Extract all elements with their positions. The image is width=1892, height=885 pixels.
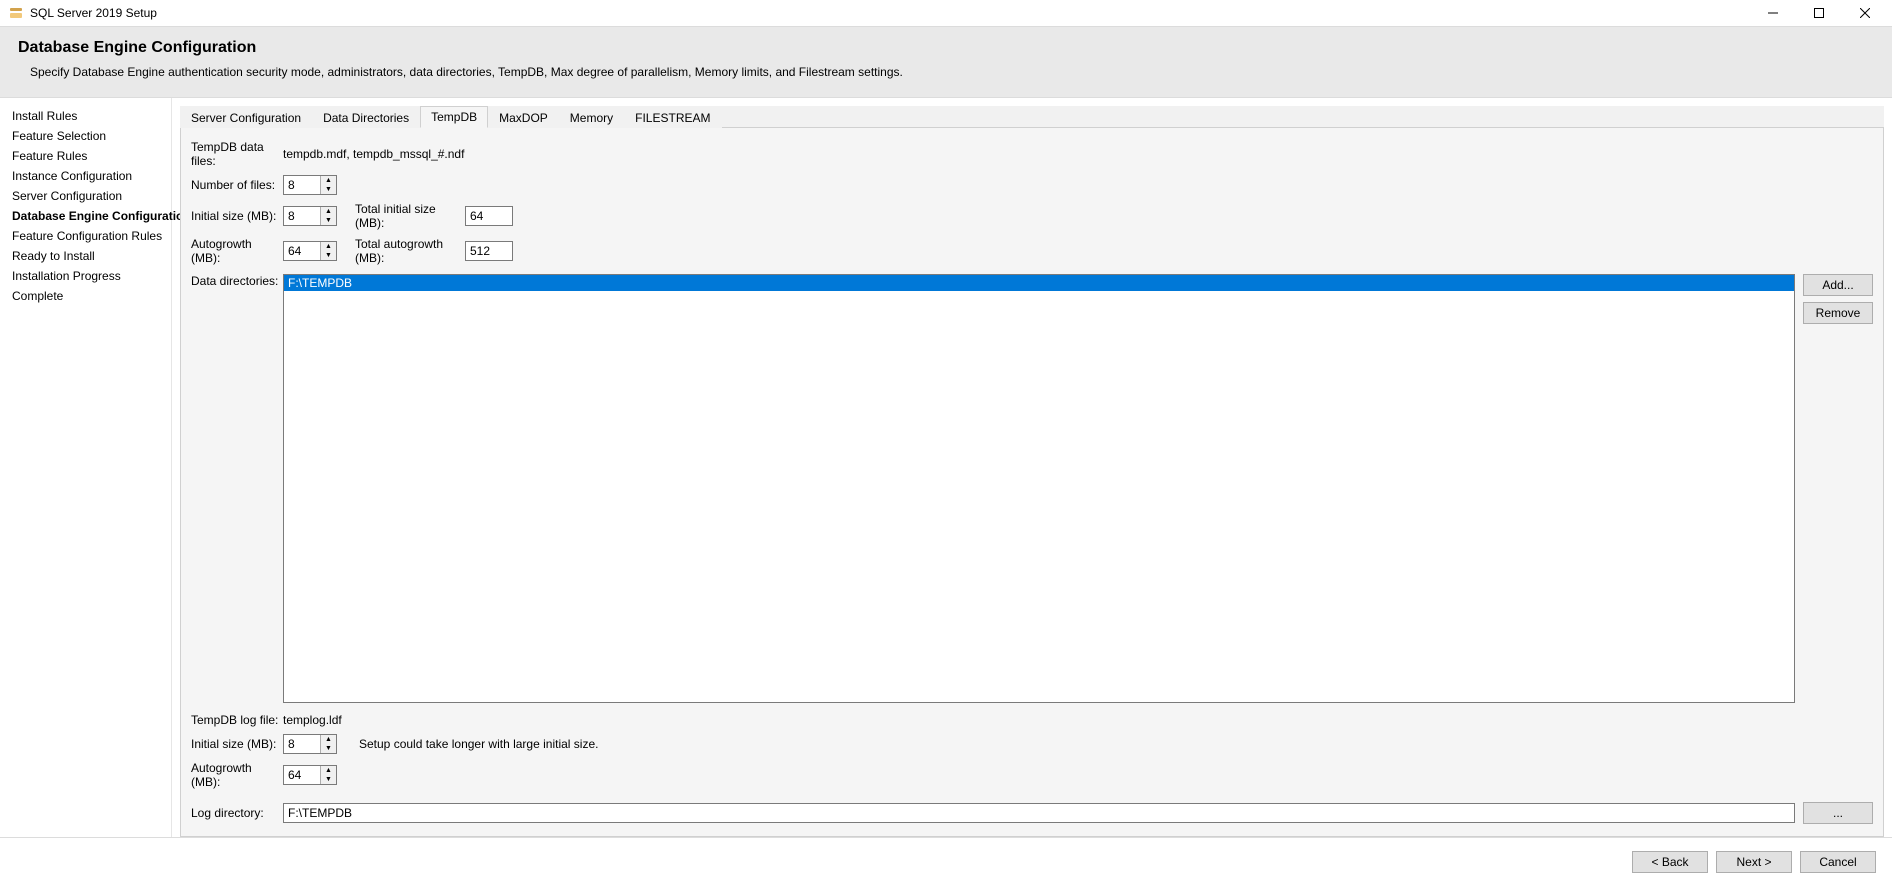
label-log-initial-size: Initial size (MB): [191,737,283,751]
add-button[interactable]: Add... [1803,274,1873,296]
wizard-step-item[interactable]: Installation Progress [12,266,171,286]
value-tempdb-data-files: tempdb.mdf, tempdb_mssql_#.ndf [283,147,464,161]
label-tempdb-data-files: TempDB data files: [191,140,283,168]
label-data-directories: Data directories: [191,274,283,288]
header-band: Database Engine Configuration Specify Da… [0,26,1892,98]
wizard-step-item[interactable]: Complete [12,286,171,306]
input-log-directory[interactable] [284,804,1794,822]
tab[interactable]: MaxDOP [488,107,559,128]
spinner-down-icon[interactable]: ▼ [321,744,336,753]
list-item[interactable]: F:\TEMPDB [284,275,1794,291]
warning-large-initial-size: Setup could take longer with large initi… [359,737,598,751]
spinner-log-initial-size[interactable]: ▲ ▼ [283,734,337,754]
tab-strip: Server ConfigurationData DirectoriesTemp… [180,106,1884,128]
page-subtitle: Specify Database Engine authentication s… [0,65,1892,79]
spinner-autogrowth[interactable]: ▲ ▼ [283,241,337,261]
spinner-log-autogrowth[interactable]: ▲ ▼ [283,765,337,785]
input-log-initial-size[interactable] [284,735,320,753]
wizard-steps-sidebar: Install RulesFeature SelectionFeature Ru… [0,98,172,837]
remove-button[interactable]: Remove [1803,302,1873,324]
label-total-autogrowth: Total autogrowth (MB): [355,237,465,265]
window-title: SQL Server 2019 Setup [30,6,157,20]
spinner-up-icon[interactable]: ▲ [321,176,336,185]
titlebar: SQL Server 2019 Setup [0,0,1892,26]
wizard-step-item[interactable]: Feature Rules [12,146,171,166]
field-total-autogrowth [465,241,513,261]
input-total-initial-size [466,209,512,223]
maximize-button[interactable] [1796,0,1842,26]
spinner-down-icon[interactable]: ▼ [321,251,336,260]
spinner-up-icon[interactable]: ▲ [321,735,336,744]
minimize-button[interactable] [1750,0,1796,26]
input-total-autogrowth [466,244,512,258]
wizard-step-item[interactable]: Feature Configuration Rules [12,226,171,246]
label-autogrowth: Autogrowth (MB): [191,237,283,265]
listbox-data-directories[interactable]: F:\TEMPDB [283,274,1795,703]
value-tempdb-log-file: templog.ldf [283,713,342,727]
spinner-number-of-files[interactable]: ▲ ▼ [283,175,337,195]
input-initial-size[interactable] [284,207,320,225]
back-button[interactable]: < Back [1632,851,1708,873]
label-number-of-files: Number of files: [191,178,283,192]
spinner-down-icon[interactable]: ▼ [321,185,336,194]
spinner-down-icon[interactable]: ▼ [321,216,336,225]
spinner-initial-size[interactable]: ▲ ▼ [283,206,337,226]
field-total-initial-size [465,206,513,226]
wizard-step-item[interactable]: Feature Selection [12,126,171,146]
cancel-button[interactable]: Cancel [1800,851,1876,873]
label-tempdb-log-file: TempDB log file: [191,713,283,727]
wizard-step-item[interactable]: Ready to Install [12,246,171,266]
spinner-down-icon[interactable]: ▼ [321,775,336,784]
spinner-up-icon[interactable]: ▲ [321,766,336,775]
next-button[interactable]: Next > [1716,851,1792,873]
tab[interactable]: Data Directories [312,107,420,128]
tab-panel-tempdb: TempDB data files: tempdb.mdf, tempdb_ms… [180,128,1884,837]
tab[interactable]: Memory [559,107,624,128]
label-initial-size: Initial size (MB): [191,209,283,223]
close-button[interactable] [1842,0,1888,26]
tab[interactable]: FILESTREAM [624,107,721,128]
wizard-step-item[interactable]: Server Configuration [12,186,171,206]
label-total-initial-size: Total initial size (MB): [355,202,465,230]
browse-log-directory-button[interactable]: ... [1803,802,1873,824]
tab[interactable]: Server Configuration [180,107,312,128]
spinner-up-icon[interactable]: ▲ [321,207,336,216]
wizard-step-item[interactable]: Install Rules [12,106,171,126]
wizard-step-item[interactable]: Database Engine Configuration [12,206,171,226]
page-title: Database Engine Configuration [0,35,1892,65]
spinner-up-icon[interactable]: ▲ [321,242,336,251]
field-log-directory[interactable] [283,803,1795,823]
label-log-autogrowth: Autogrowth (MB): [191,761,283,789]
app-icon [8,5,24,21]
wizard-step-item[interactable]: Instance Configuration [12,166,171,186]
input-log-autogrowth[interactable] [284,766,320,784]
label-log-directory: Log directory: [191,806,283,820]
input-number-of-files[interactable] [284,176,320,194]
input-autogrowth[interactable] [284,242,320,260]
wizard-footer: < Back Next > Cancel [0,837,1892,885]
tab[interactable]: TempDB [420,106,488,128]
